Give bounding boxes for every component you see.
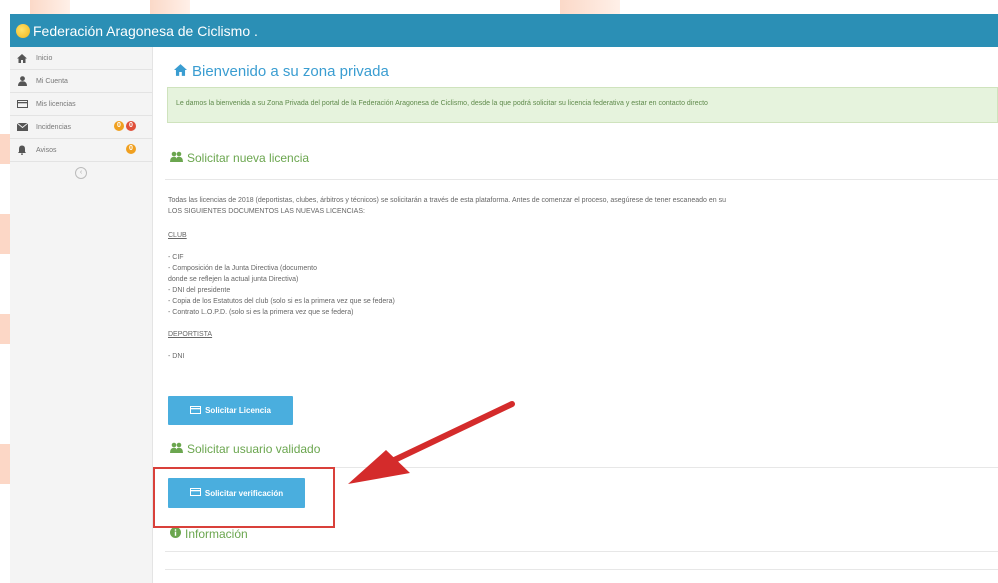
sidebar-item-label: Mi Cuenta <box>36 77 68 85</box>
info-section-title-text: Información <box>185 527 248 541</box>
sidebar-item-label: Mis licencias <box>36 100 76 108</box>
sidebar-item-label: Inicio <box>36 54 53 62</box>
divider <box>165 551 998 552</box>
club-item: donde se reflejen la actual junta Direct… <box>168 276 299 283</box>
info-section-title: Información <box>170 527 248 541</box>
sidebar-item-inicio[interactable]: Inicio <box>10 47 152 70</box>
sidebar-item-label: Incidencias <box>36 123 72 131</box>
deportista-item: - DNI <box>168 353 185 360</box>
sidebar-item-incidencias[interactable]: Incidencias 0 0 <box>10 116 152 139</box>
home-icon <box>174 63 187 80</box>
sidebar-item-label: Avisos <box>36 146 57 154</box>
request-license-button[interactable]: Solicitar Licencia <box>168 396 293 425</box>
sidebar-item-mis-licencias[interactable]: Mis licencias <box>10 93 152 116</box>
club-item: - DNI del presidente <box>168 287 231 294</box>
page-title: Bienvenido a su zona privada <box>174 63 389 80</box>
page: Federación Aragonesa de Ciclismo . Inici… <box>0 0 998 583</box>
deportista-heading: DEPORTISTA <box>168 331 213 338</box>
divider <box>165 179 998 180</box>
divider <box>165 569 998 570</box>
license-section-title: Solicitar nueva licencia <box>170 151 309 165</box>
envelope-icon <box>16 122 28 132</box>
request-license-button-label: Solicitar Licencia <box>205 406 271 415</box>
club-heading: CLUB <box>168 232 187 239</box>
top-navbar: Federación Aragonesa de Ciclismo . <box>10 14 998 47</box>
collapse-sidebar-icon[interactable]: ‹ <box>75 167 87 179</box>
sidebar: Inicio Mi Cuenta Mis licencias Incidenci… <box>10 47 153 583</box>
decorative-left-stripe <box>0 14 10 583</box>
sidebar-item-avisos[interactable]: Avisos 0 <box>10 139 152 162</box>
card-icon <box>190 405 202 416</box>
license-intro-line1: Todas las licencias de 2018 (deportistas… <box>168 197 726 204</box>
page-title-text: Bienvenido a su zona privada <box>192 63 389 80</box>
user-icon <box>16 76 28 86</box>
brand-title[interactable]: Federación Aragonesa de Ciclismo . <box>33 23 258 39</box>
club-item: - Composición de la Junta Directiva (doc… <box>168 265 318 272</box>
card-icon <box>16 99 28 109</box>
users-icon <box>170 151 183 165</box>
club-item: - Copia de los Estatutos del club (solo … <box>168 298 395 305</box>
home-icon <box>16 53 28 63</box>
annotation-arrow-icon <box>348 401 515 484</box>
avisos-badge: 0 <box>126 144 136 154</box>
bell-icon <box>16 145 28 155</box>
validated-section-title: Solicitar usuario validado <box>170 442 320 456</box>
sidebar-item-mi-cuenta[interactable]: Mi Cuenta <box>10 70 152 93</box>
club-item: - CIF <box>168 254 184 261</box>
info-icon <box>170 527 181 541</box>
incidencias-badge-pending: 0 <box>114 121 124 131</box>
incidencias-badge-unread: 0 <box>126 121 136 131</box>
users-icon <box>170 442 183 456</box>
sidebar-collapse: ‹ <box>10 162 152 179</box>
welcome-alert: Le damos la bienvenida a su Zona Privada… <box>167 87 998 123</box>
license-section-title-text: Solicitar nueva licencia <box>187 151 310 165</box>
highlight-box <box>153 467 335 528</box>
decorative-top-stripe <box>0 0 998 14</box>
license-intro-line2: LOS SIGUIENTES DOCUMENTOS LAS NUEVAS LIC… <box>168 208 365 215</box>
logo-icon[interactable] <box>16 23 30 38</box>
club-item: - Contrato L.O.P.D. (solo si es la prime… <box>168 309 354 316</box>
validated-section-title-text: Solicitar usuario validado <box>187 442 321 456</box>
